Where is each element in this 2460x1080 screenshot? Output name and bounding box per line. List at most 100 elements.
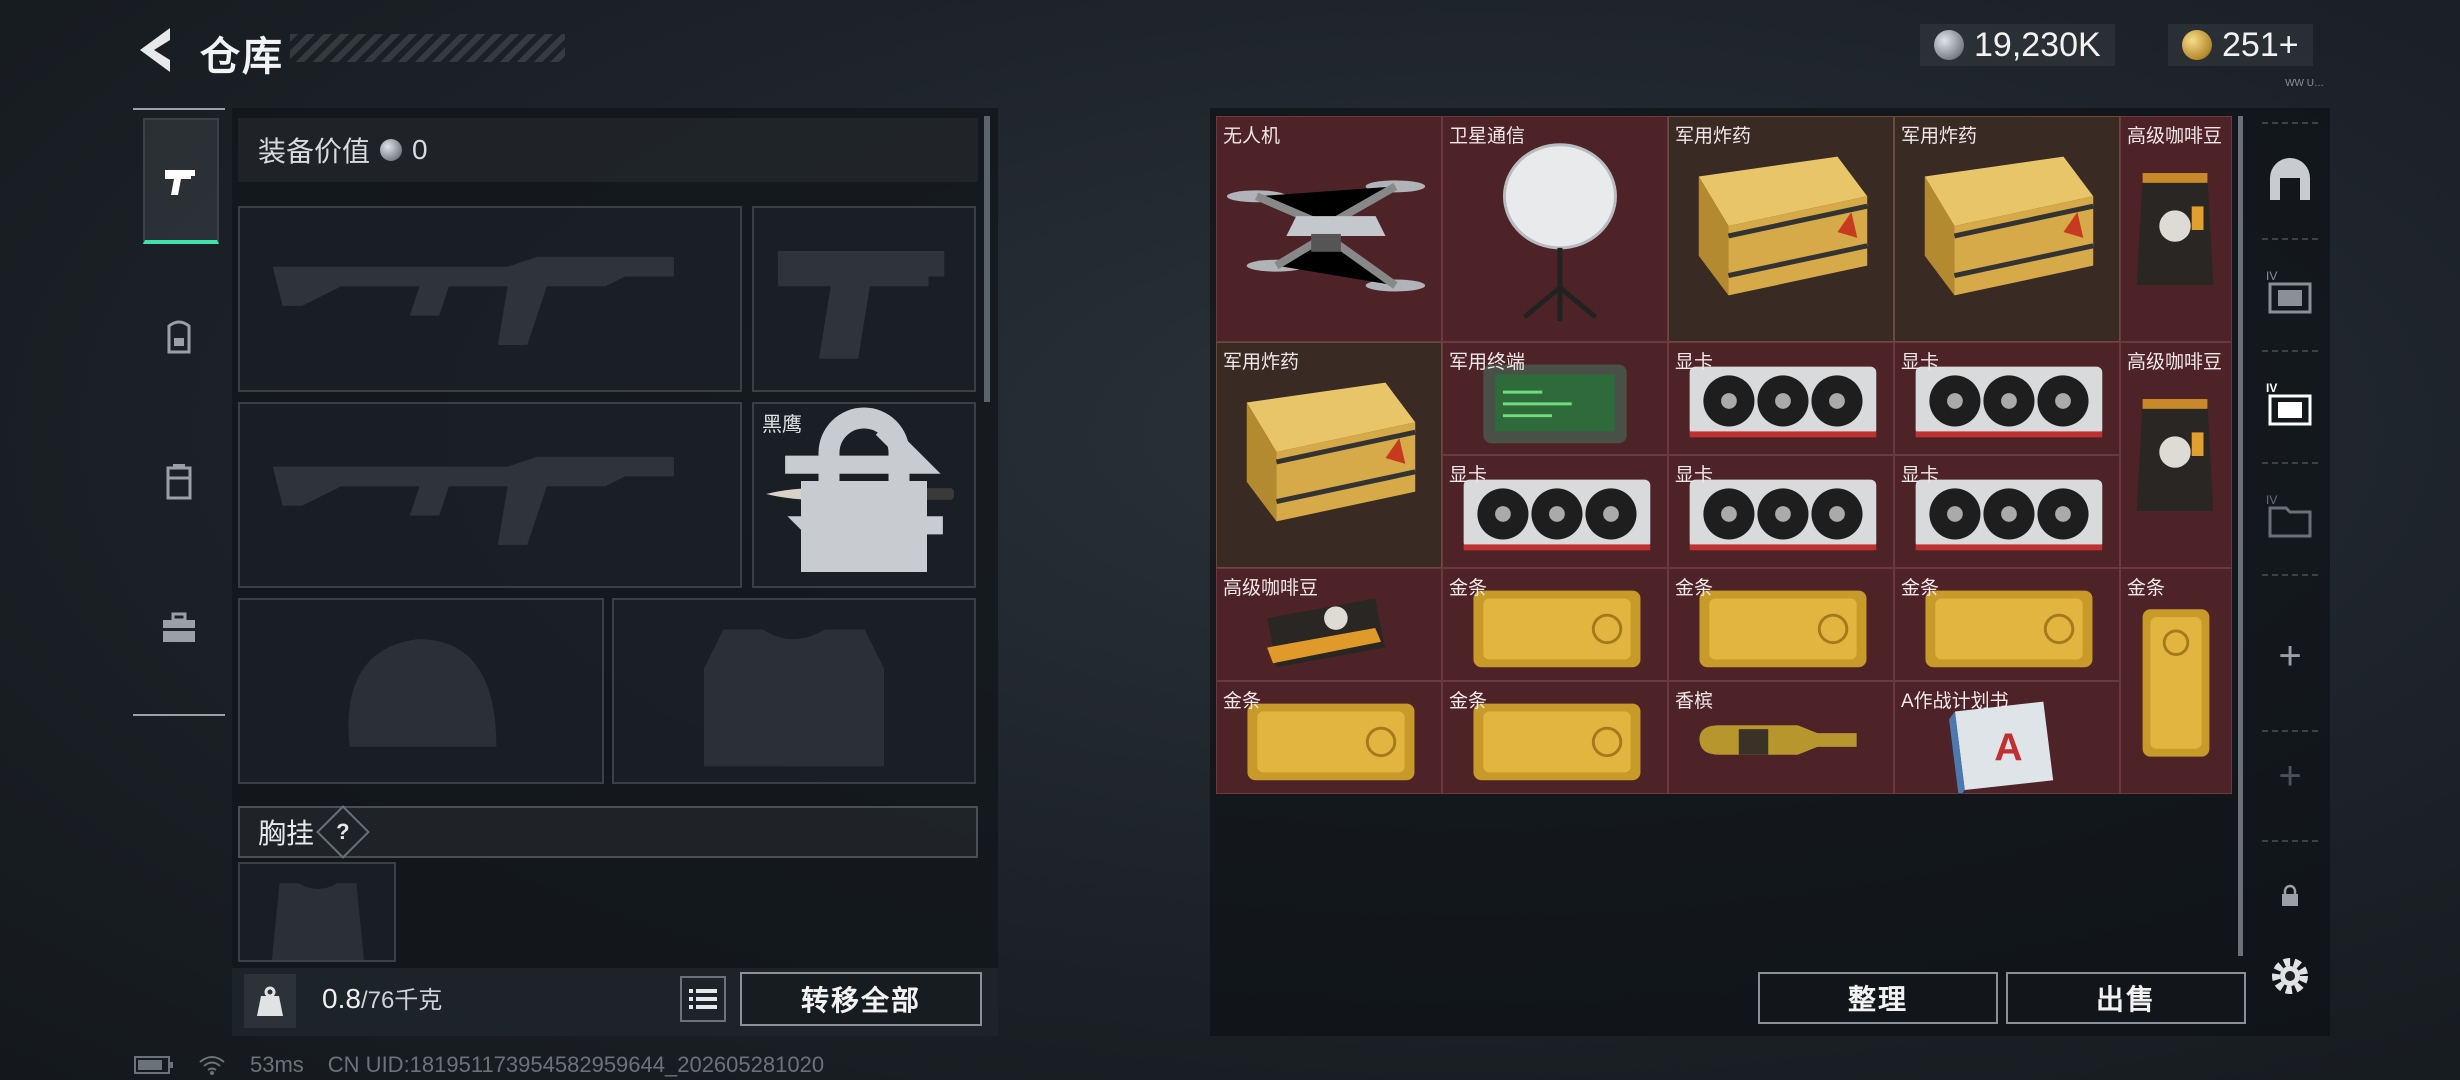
backpack-icon (167, 320, 191, 354)
stash-item-gold-bar[interactable]: 金条 (2120, 568, 2232, 794)
crate-icon: IV (2266, 381, 2312, 426)
weight-readout: 0.8/76千克 (322, 980, 442, 1015)
silver-coin-icon (380, 139, 403, 161)
storage-icon (166, 464, 192, 500)
add-stash-tab-disabled: + (2256, 742, 2324, 810)
pistol-silhouette-icon (777, 251, 945, 359)
stash-item-gold-bar[interactable]: 金条 (1894, 568, 2120, 681)
stash-item-explosive[interactable]: 军用炸药 (1216, 342, 1442, 568)
stash-item-coffee[interactable]: 高级咖啡豆 (2120, 116, 2232, 342)
melee-slot[interactable]: 黑鹰 (752, 402, 976, 588)
lock-icon (2282, 884, 2298, 906)
helmet-slot[interactable] (238, 598, 604, 784)
stash-item-coffee[interactable]: 高级咖啡豆 (1216, 568, 1442, 681)
secondary-primary-slot[interactable] (238, 402, 742, 588)
category-gear[interactable] (143, 278, 215, 398)
helmet-silhouette-icon (348, 639, 497, 747)
folder-icon: IV (2266, 493, 2312, 538)
stash-item-gpu[interactable]: 显卡 (1894, 342, 2120, 455)
lock-icon (801, 407, 927, 572)
chest-rig-silhouette-icon (271, 883, 365, 960)
stash-item-gpu[interactable]: 显卡 (1894, 455, 2120, 568)
silver-coin-icon (1934, 30, 1964, 60)
svg-text:IV: IV (2266, 381, 2277, 395)
wifi-icon (199, 1056, 225, 1075)
stash-item-plan-book[interactable]: A作战计划书 A (1894, 681, 2120, 794)
list-icon (689, 989, 717, 1009)
rifle-silhouette-icon (272, 256, 674, 345)
stash-item-gold-bar[interactable]: 金条 (1216, 681, 1442, 794)
coffee-bag-icon (2136, 399, 2214, 511)
back-arrow-icon (140, 28, 170, 72)
stash-tab-folder[interactable]: IV (2256, 482, 2324, 550)
svg-text:IV: IV (2266, 269, 2277, 283)
equipment-value: 0 (412, 134, 428, 165)
locked-tab (2256, 862, 2324, 930)
crate-icon: IV (2266, 269, 2312, 314)
stash-item-explosive[interactable]: 军用炸药 (1668, 116, 1894, 342)
status-bar: 53ms CN UID:18195117395458295964​4_20260… (134, 1052, 824, 1078)
primary-weapon-slot[interactable] (238, 206, 742, 392)
chest-rig-label: 胸挂 (258, 818, 315, 849)
category-weapons[interactable] (143, 118, 219, 244)
title-decoration (290, 34, 565, 62)
explosive-crate-icon (1698, 156, 1868, 296)
equipment-scrollbar[interactable] (984, 116, 990, 402)
settings-button[interactable] (2256, 942, 2324, 1010)
uid-readout: CN UID:18195117395458295964​4_2026052810… (327, 1052, 825, 1077)
stash-item-drone[interactable]: 无人机 (1216, 116, 1442, 342)
list-view-button[interactable] (680, 976, 726, 1022)
armor-slot[interactable] (612, 598, 976, 784)
plus-icon: + (2278, 633, 2302, 678)
weight-max: /76千克 (360, 987, 443, 1014)
stash-scrollbar[interactable] (2238, 116, 2243, 956)
svg-text:IV: IV (2266, 493, 2277, 507)
gold-currency[interactable]: 251+ (2168, 24, 2313, 66)
gold-coin-icon (2182, 30, 2212, 60)
stash-item-satellite[interactable]: 卫星通信 (1442, 116, 1668, 342)
equipment-value-bar: 装备价值 0 (238, 118, 978, 182)
silver-amount: 19,230K (1974, 25, 2101, 64)
stash-grid: 无人机 卫星通信 军用炸药 军用炸药 高级咖啡豆 军用炸药 军用终端 显卡 显卡… (1216, 116, 2232, 794)
silver-currency: 19,230K (1920, 24, 2115, 66)
add-stash-tab-button[interactable]: + (2256, 622, 2324, 690)
stash-item-gold-bar[interactable]: 金条 (1668, 568, 1894, 681)
stash-tab-main[interactable] (2256, 146, 2324, 214)
toolbox-icon (163, 612, 195, 642)
battery-icon (134, 1056, 173, 1074)
weight-current: 0.8 (322, 983, 361, 1014)
svg-text:A: A (1994, 726, 2022, 770)
equipment-value-label: 装备价值 (258, 136, 371, 167)
stash-item-coffee[interactable]: 高级咖啡豆 (2120, 342, 2232, 568)
coffee-bag-icon (2136, 173, 2214, 285)
satellite-dish-icon (1502, 143, 1617, 322)
stash-item-gold-bar[interactable]: 金条 (1442, 568, 1668, 681)
stash-item-gpu[interactable]: 显卡 (1668, 455, 1894, 568)
transfer-all-button[interactable]: 转移全部 (740, 972, 982, 1026)
sell-button[interactable]: 出售 (2006, 972, 2246, 1024)
secondary-weapon-slot[interactable] (752, 206, 976, 392)
weight-icon (244, 974, 296, 1028)
stash-item-gpu[interactable]: 显卡 (1668, 342, 1894, 455)
drone-icon (1226, 180, 1426, 292)
stash-tab-4[interactable]: IV (2256, 258, 2324, 326)
plus-icon: + (2278, 753, 2302, 798)
stash-item-gold-bar[interactable]: 金条 (1442, 681, 1668, 794)
explosive-crate-icon (1246, 382, 1416, 522)
stash-item-gpu[interactable]: 显卡 (1442, 455, 1668, 568)
stash-item-explosive[interactable]: 军用炸药 (1894, 116, 2120, 342)
stash-house-icon (2270, 158, 2310, 200)
category-medkit[interactable] (143, 568, 215, 688)
stash-tab-4-active[interactable]: IV (2256, 370, 2324, 438)
back-button[interactable] (130, 22, 180, 78)
stash-item-champagne[interactable]: 香槟 (1668, 681, 1894, 794)
help-icon[interactable]: ? (316, 805, 370, 859)
rifle-silhouette-icon (272, 456, 674, 545)
sort-button[interactable]: 整理 (1758, 972, 1998, 1024)
gold-bar-icon (2142, 609, 2210, 757)
page-title: 仓库 (200, 35, 284, 79)
stash-item-terminal[interactable]: 军用终端 (1442, 342, 1668, 455)
chest-rig-slot[interactable] (238, 862, 396, 962)
corner-tag: WW U… (2285, 78, 2324, 89)
category-containers[interactable] (143, 422, 215, 542)
